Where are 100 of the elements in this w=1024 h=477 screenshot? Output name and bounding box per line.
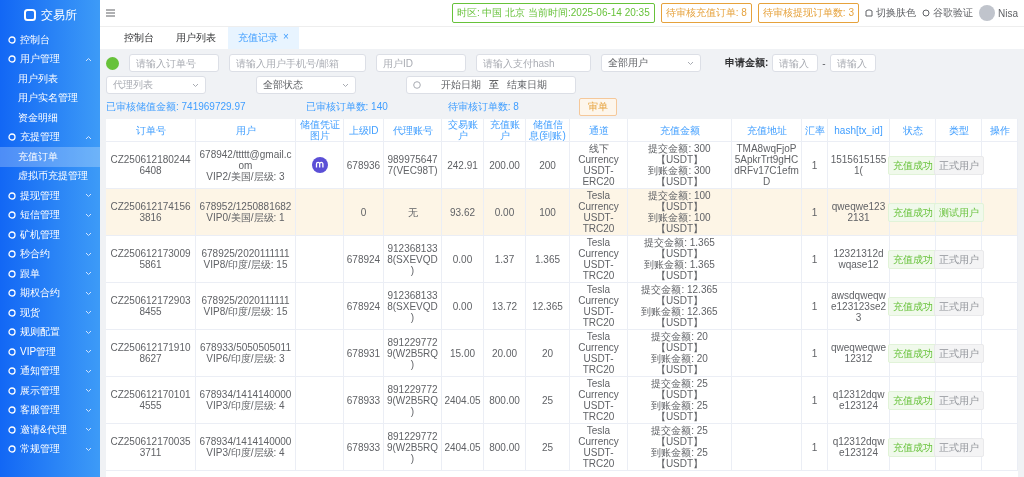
table-cell-text: Tesla Currency USDT-TRC20 (577, 425, 620, 469)
sidebar-item[interactable]: 通知管理 (0, 361, 100, 381)
table-cell-text: CZ2506121729038455 (109, 295, 192, 317)
sidebar-item[interactable]: 提现管理 (0, 186, 100, 206)
skin-switch-link[interactable]: 切换肤色 (865, 6, 916, 20)
chevron-down-icon (85, 290, 92, 296)
sidebar-item[interactable]: 现货 (0, 303, 100, 323)
sidebar-subitem[interactable]: 虚拟币充提管理 (0, 166, 100, 186)
input-field[interactable]: 请输入 (772, 54, 819, 72)
sidebar-item[interactable]: 控制台 (0, 30, 100, 50)
sidebar-item[interactable]: 常规管理 (0, 439, 100, 459)
page-tab[interactable]: 充值记录 × (228, 27, 299, 49)
column-header: 充值金额 (628, 119, 732, 141)
table-cell: 200 (539, 159, 556, 171)
sidebar-item[interactable]: 矿机管理 (0, 225, 100, 245)
table-cell: 25 (541, 441, 554, 453)
table-cell-line: 提交金额: 1.365【USDT】 (643, 237, 716, 259)
sidebar-subitem[interactable]: 用户实名管理 (0, 88, 100, 108)
page-tab[interactable]: 控制台 (114, 27, 164, 49)
sidebar-item[interactable]: 展示管理 (0, 381, 100, 401)
table-cell: 800.00 (489, 441, 520, 453)
chevron-down-icon (85, 271, 92, 277)
chevron-down-icon (85, 446, 92, 452)
user-name[interactable]: Nisa (998, 7, 1018, 19)
table-cell-line: 678933/5050505011 (200, 342, 291, 353)
table-cell: 678936 (346, 159, 381, 171)
table-cell: 1 (811, 441, 818, 453)
input-field[interactable]: 请输入订单号 (129, 54, 219, 72)
stat-text: 已审核订单数: 140 (305, 100, 388, 114)
table-cell-text: q12312dqwe123124 (831, 436, 886, 458)
column-header: 交易账户 (442, 119, 484, 141)
circle-icon (8, 133, 16, 142)
table-cell: 20.00 (492, 347, 517, 359)
sidebar-item[interactable]: 用户管理 (0, 49, 100, 69)
chevron-down-icon (85, 388, 92, 394)
review-button[interactable]: 审单 (578, 98, 617, 116)
user-type-tag: 正式用户 (933, 155, 984, 175)
table-cell: 0 (360, 206, 367, 218)
table-cell-text: Tesla Currency USDT-TRC20 (577, 378, 620, 422)
select-field[interactable]: 代理列表 (106, 76, 206, 94)
table-cell-line: 到账金额: 25【USDT】 (650, 400, 709, 422)
sidebar-subitem[interactable]: 充值订单 (0, 147, 100, 167)
table-cell-text: 12321312dwqase12 (832, 248, 885, 270)
close-icon[interactable]: × (283, 31, 289, 45)
table-cell-line: VIP0/美国/层级: 1 (206, 212, 285, 223)
column-header: 状态 (890, 119, 936, 141)
table-cell: 20 (541, 347, 554, 359)
column-header: 代理账号 (384, 119, 442, 141)
chevron-down-icon (85, 310, 92, 316)
table-cell: 1.365 (535, 253, 560, 265)
column-header: 充值地址 (732, 119, 802, 141)
sidebar-item[interactable]: VIP管理 (0, 342, 100, 362)
notice-tag: 待审核充值订单: 8 (660, 3, 752, 23)
sidebar-item[interactable]: 客服管理 (0, 400, 100, 420)
table-cell-text: 线下 Currency USDT-ERC20 (577, 143, 620, 187)
table-row[interactable]: CZ2506121729038455 678925/2020111111 VIP8/印度/层级: 15 678924 9123681338(SXEVQD) 0.00 13.72 12.365 Tesla Currency USDT-TRC20 提交金额: 12.365【USDT】 到账金额: 12.365【USDT】 1 awsdqweqwe123123se23 充值成功 正式用户 (106, 283, 1018, 330)
table-cell: 1 (811, 253, 818, 265)
column-header: 类型 (936, 119, 982, 141)
table-cell-text: CZ2506121719108627 (109, 342, 192, 364)
sidebar-subitem[interactable]: 资金明细 (0, 108, 100, 128)
sidebar-item[interactable]: 规则配置 (0, 322, 100, 342)
sidebar-subitem[interactable]: 用户列表 (0, 69, 100, 89)
input-field[interactable]: 请输入用户手机号/邮箱 (229, 54, 366, 72)
table-cell-line: 678942/ttttt@gmail.com (198, 148, 293, 171)
page-tab[interactable]: 用户列表 (166, 27, 226, 49)
select-field[interactable]: 全部用户 (601, 54, 701, 72)
chevron-down-icon (85, 349, 92, 355)
table-cell: 12.365 (532, 300, 563, 312)
sidebar-item[interactable]: 秒合约 (0, 244, 100, 264)
table-cell: 8912297729(W2B5RQ) (386, 336, 439, 370)
google-verify-link[interactable]: 谷歌验证 (922, 6, 973, 20)
column-header: 汇率 (802, 119, 828, 141)
table-cell: 678924 (346, 300, 381, 312)
table-cell: 0.00 (494, 206, 515, 218)
table-cell: TMA8wqFjoP5ApkrTrt9gHCdRFv17C1efmD (734, 143, 799, 187)
amount-label: 申请金额: (725, 56, 769, 70)
chevron-down-icon (85, 329, 92, 335)
user-type-tag: 正式用户 (933, 296, 984, 316)
column-header: 操作 (982, 119, 1018, 141)
sidebar-item[interactable]: 充提管理 (0, 127, 100, 147)
sidebar-item[interactable]: 跟单 (0, 264, 100, 284)
avatar[interactable] (979, 5, 995, 21)
sidebar-item[interactable]: 邀请&代理 (0, 420, 100, 440)
stat-text: 待审核订单数: 8 (447, 100, 519, 114)
table-cell-line: 提交金额: 25【USDT】 (650, 425, 709, 447)
date-range-field[interactable]: 开始日期 至 结束日期 (406, 76, 576, 94)
table-cell-line: 到账金额: 100【USDT】 (647, 212, 712, 234)
input-field[interactable]: 请输入支付hash (476, 54, 591, 72)
circle-icon (8, 250, 16, 259)
circle-icon (8, 445, 16, 454)
input-field[interactable]: 请输入 (829, 54, 876, 72)
circle-icon (8, 289, 16, 298)
column-header: 通道 (570, 119, 628, 141)
refresh-button[interactable] (106, 56, 119, 70)
input-field[interactable]: 用户ID (376, 54, 466, 72)
sidebar-item[interactable]: 期权合约 (0, 283, 100, 303)
table-cell: 1 (811, 300, 818, 312)
table-cell: 13.72 (492, 300, 517, 312)
select-field[interactable]: 全部状态 (256, 76, 356, 94)
sidebar-item[interactable]: 短信管理 (0, 205, 100, 225)
